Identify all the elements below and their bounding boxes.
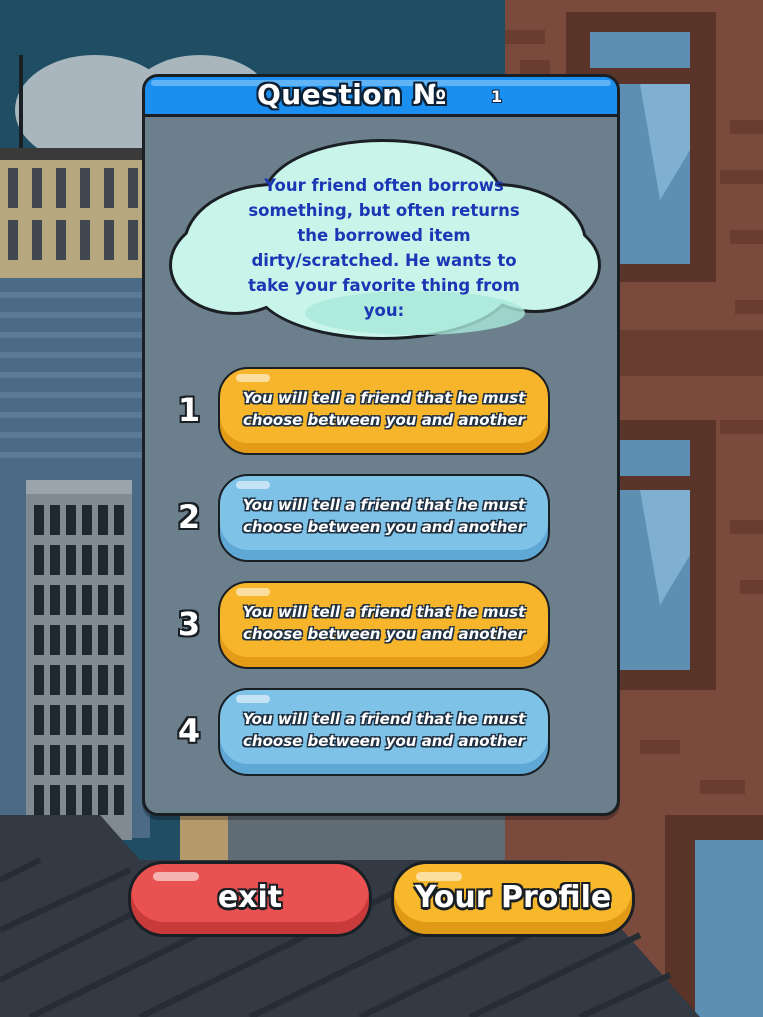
answer-option-2-text: You will tell a friend that he must choo…: [242, 496, 526, 536]
answer-row-3: 3 You will tell a friend that he must ch…: [173, 581, 553, 671]
answer-option-1-text: You will tell a friend that he must choo…: [242, 389, 526, 429]
exit-button[interactable]: exit: [128, 861, 372, 937]
question-header: Question № 1: [145, 77, 617, 117]
answer-index-3: 3: [177, 605, 201, 643]
question-text: Your friend often borrows something, but…: [248, 176, 520, 320]
answer-option-4-text: You will tell a friend that he must choo…: [242, 710, 526, 750]
answer-option-4-button[interactable]: You will tell a friend that he must choo…: [218, 688, 550, 776]
answer-option-3-button[interactable]: You will tell a friend that he must choo…: [218, 581, 550, 669]
answer-index-1: 1: [177, 391, 201, 429]
game-scene: Question № 1 Your friend often borrows s…: [0, 0, 763, 1017]
answer-option-3-text: You will tell a friend that he must choo…: [242, 603, 526, 643]
answer-option-1-button[interactable]: You will tell a friend that he must choo…: [218, 367, 550, 455]
answer-index-4: 4: [177, 712, 201, 750]
answer-row-4: 4 You will tell a friend that he must ch…: [173, 688, 553, 778]
your-profile-button[interactable]: Your Profile: [391, 861, 635, 937]
question-title: Question №: [257, 78, 447, 111]
answer-option-2-button[interactable]: You will tell a friend that he must choo…: [218, 474, 550, 562]
answer-index-2: 2: [177, 498, 201, 536]
answer-row-1: 1 You will tell a friend that he must ch…: [173, 367, 553, 457]
exit-button-label: exit: [217, 880, 283, 915]
your-profile-button-label: Your Profile: [414, 880, 612, 915]
answer-row-2: 2 You will tell a friend that he must ch…: [173, 474, 553, 564]
question-number: 1: [491, 87, 503, 106]
question-panel: Question № 1 Your friend often borrows s…: [142, 74, 620, 816]
